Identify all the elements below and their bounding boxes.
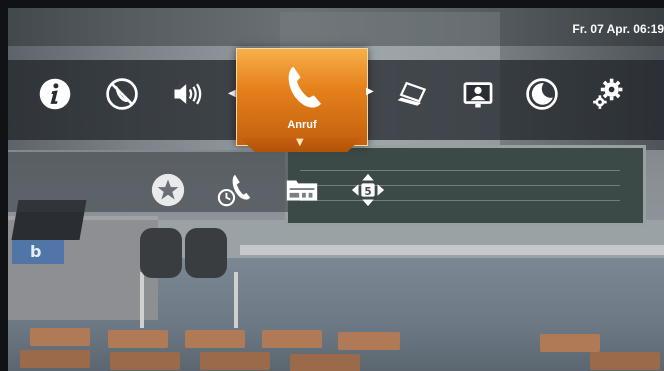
moon-icon[interactable] <box>522 74 562 114</box>
wall-stripe <box>240 245 664 255</box>
arrow-left-icon[interactable]: ◀ <box>228 88 236 99</box>
call-history-icon[interactable] <box>215 170 255 210</box>
seat-row <box>338 332 400 350</box>
bag <box>140 228 182 278</box>
phonebook-directory-icon[interactable] <box>282 170 322 210</box>
screen-border-top <box>0 0 664 8</box>
date-time-display: Fr. 07 Apr. 06:19 <box>572 22 664 36</box>
seat-row <box>262 330 322 348</box>
seat-row <box>108 330 168 348</box>
bag <box>185 228 227 278</box>
screen-border-left <box>0 0 8 371</box>
seat-row <box>540 334 600 352</box>
seat-row <box>590 352 660 370</box>
mute-call-icon[interactable] <box>102 74 142 114</box>
laptop-share-icon[interactable] <box>392 74 432 114</box>
seat-row <box>20 350 90 368</box>
arrow-down-icon[interactable]: ▼ <box>296 137 304 148</box>
favorites-star-icon[interactable] <box>148 170 188 210</box>
seat-row <box>185 330 245 348</box>
seat-row <box>30 328 90 346</box>
camera-presenter-icon[interactable] <box>458 74 498 114</box>
seat-row <box>110 352 180 370</box>
info-icon[interactable] <box>35 74 75 114</box>
seat-row <box>200 352 270 370</box>
settings-gears-icon[interactable] <box>588 74 628 114</box>
seat-row <box>290 354 360 371</box>
keypad-direction-icon[interactable]: 5 <box>348 170 388 210</box>
keypad-number: 5 <box>364 186 371 198</box>
table-legs <box>140 272 238 328</box>
arrow-right-icon[interactable]: ▶ <box>366 86 374 97</box>
lectern-logo-mark: b <box>30 242 42 261</box>
menu-item-call-selected[interactable]: Anruf <box>236 48 368 146</box>
phone-icon <box>288 66 321 108</box>
selected-menu-label: Anruf <box>287 119 317 131</box>
status-bar <box>8 8 664 46</box>
speaker-volume-icon[interactable] <box>168 74 208 114</box>
video-conference-screen: b Fr. 07 Apr. 06:19 ◀ Anruf ▶ ▼ 5 <box>0 0 664 371</box>
